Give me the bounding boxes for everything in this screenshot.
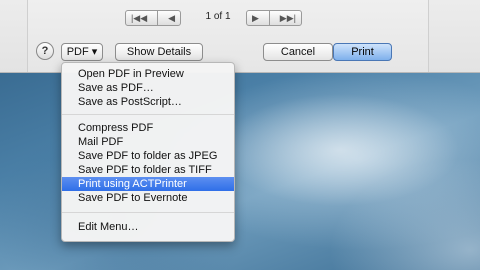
cancel-button[interactable]: Cancel [263,43,333,61]
print-button[interactable]: Print [333,43,392,61]
menu-item-save-as-postscript[interactable]: Save as PostScript… [62,95,234,109]
menu-item-open-in-preview[interactable]: Open PDF in Preview [62,67,234,81]
menu-item-edit-menu[interactable]: Edit Menu… [62,220,234,234]
menu-item-save-evernote[interactable]: Save PDF to Evernote [62,191,234,205]
next-page-icon[interactable]: ▶ [252,13,259,24]
menu-item-save-tiff[interactable]: Save PDF to folder as TIFF [62,163,234,177]
pager-divider [157,11,159,25]
page-label: 1 of 1 [205,11,231,22]
help-button[interactable]: ? [36,42,54,60]
pdf-menu: Open PDF in Preview Save as PDF… Save as… [61,62,235,242]
menu-item-compress-pdf[interactable]: Compress PDF [62,121,234,135]
last-page-icon[interactable]: ▶▶| [280,13,296,24]
menu-item-print-actprinter[interactable]: Print using ACTPrinter [62,177,234,191]
page-back-group: |◀◀ ◀ [125,10,181,26]
first-page-icon[interactable]: |◀◀ [131,13,147,24]
menu-separator [62,114,234,115]
pdf-menu-button[interactable]: PDF ▾ [61,43,103,61]
pager-divider [268,11,270,25]
show-details-button[interactable]: Show Details [115,43,203,61]
menu-separator [62,212,234,213]
page-forward-group: ▶ ▶▶| [246,10,302,26]
menu-item-save-jpeg[interactable]: Save PDF to folder as JPEG [62,149,234,163]
previous-page-icon[interactable]: ◀ [168,13,175,24]
menu-item-mail-pdf[interactable]: Mail PDF [62,135,234,149]
menu-item-save-as-pdf[interactable]: Save as PDF… [62,81,234,95]
